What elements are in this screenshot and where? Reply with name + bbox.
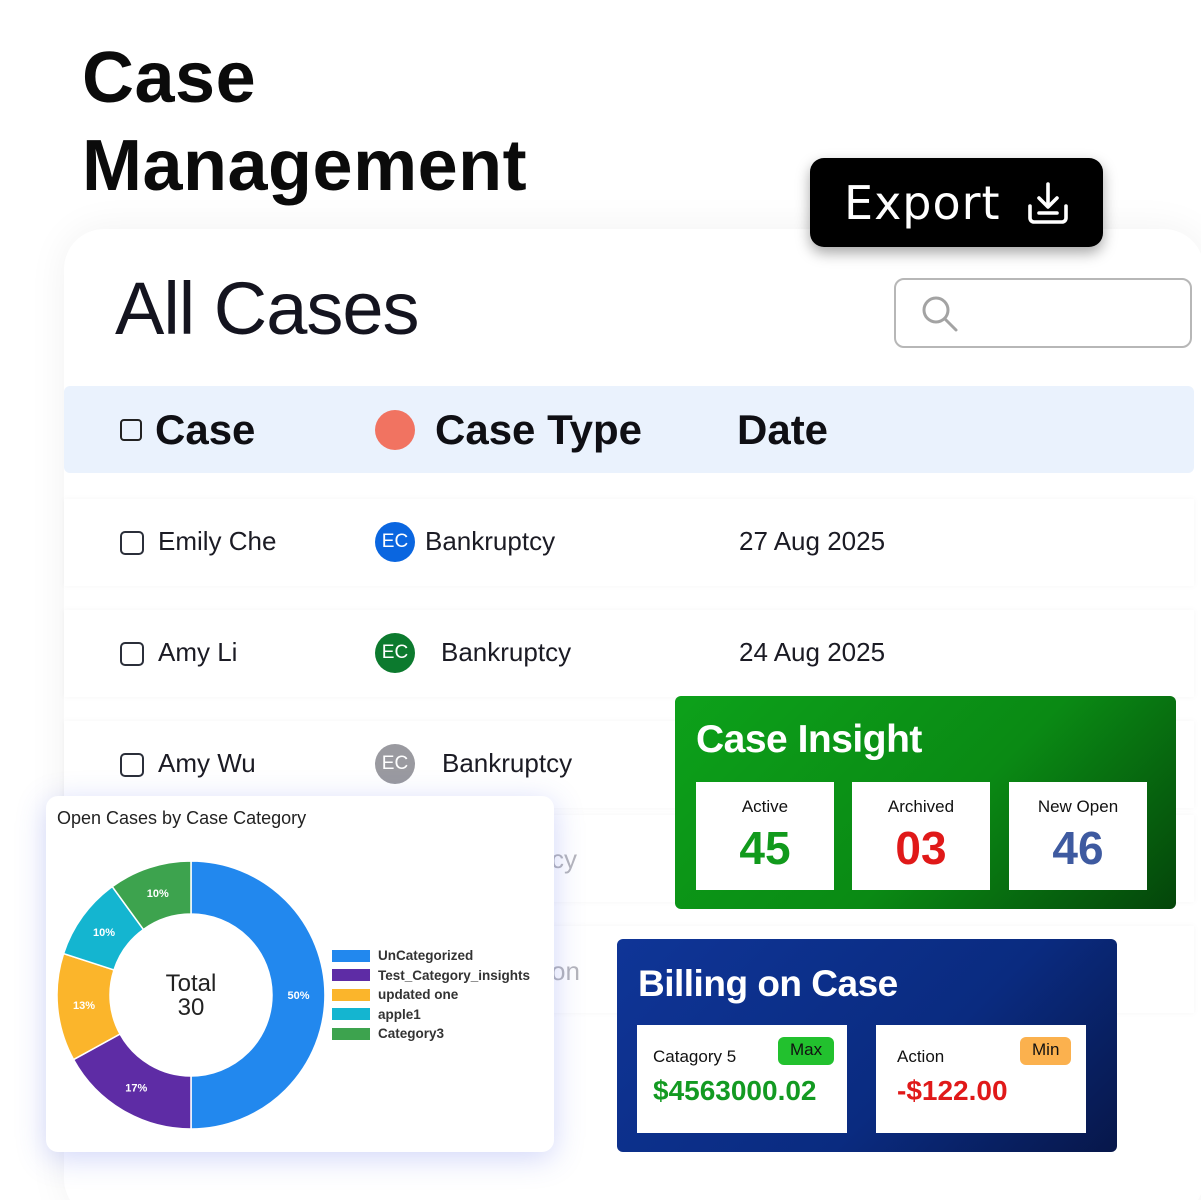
slice-percent-label: 17%	[125, 1083, 147, 1095]
table-row[interactable]: Amy Li EC Bankruptcy 24 Aug 2025	[64, 610, 1194, 697]
header-case-type[interactable]: Case Type	[435, 406, 642, 454]
min-badge: Min	[1020, 1037, 1072, 1065]
legend-label: apple1	[378, 1006, 421, 1022]
stat-label: New Open	[1037, 797, 1119, 816]
row-checkbox[interactable]	[120, 753, 144, 777]
billing-label: Catagory 5	[653, 1047, 737, 1066]
billing-max-item: Catagory 5 Max $4563000.02	[637, 1025, 847, 1133]
select-all-checkbox[interactable]	[120, 419, 142, 441]
billing-value: $4563000.02	[653, 1075, 817, 1106]
stat-label: Active	[741, 797, 789, 816]
donut-chart-card: Open Cases by Case Category 50% 17% 13% 10%…	[46, 796, 554, 1152]
table-row[interactable]: Emily Che EC Bankruptcy 27 Aug 2025	[64, 499, 1194, 586]
title-line-1: Case	[82, 38, 257, 118]
legend-item[interactable]: Test_Category_insights	[332, 966, 530, 986]
legend-swatch	[332, 988, 370, 1001]
title-line-2: Management	[82, 126, 528, 206]
stat-new-open: New Open 46	[1009, 782, 1147, 890]
case-type: Bankruptcy	[425, 526, 556, 556]
table-header: Case Case Type Date	[64, 386, 1194, 473]
avatar: EC	[375, 744, 415, 784]
stat-value: 46	[1052, 822, 1104, 874]
slice-percent-label: 50%	[287, 990, 309, 1002]
case-insight-card: Case Insight Active 45 Archived 03 New O…	[675, 696, 1176, 909]
stat-active: Active 45	[696, 782, 834, 890]
max-badge: Max	[778, 1037, 835, 1065]
header-date[interactable]: Date	[737, 406, 828, 454]
panel-title: All Cases	[115, 267, 420, 350]
slice-percent-label: 13%	[73, 1000, 95, 1012]
header-case[interactable]: Case	[155, 406, 255, 454]
avatar: EC	[375, 522, 415, 562]
case-type: Bankruptcy	[442, 748, 573, 778]
case-date: 24 Aug 2025	[739, 637, 886, 667]
insight-title: Case Insight	[696, 718, 922, 761]
chart-legend: UnCategorized Test_Category_insightsupdat…	[332, 946, 530, 1044]
row-checkbox[interactable]	[120, 531, 144, 555]
billing-label: Action	[897, 1047, 945, 1066]
legend-swatch	[332, 1027, 370, 1040]
search-input[interactable]	[894, 278, 1192, 348]
billing-title: Billing on Case	[638, 963, 898, 1004]
legend-label: Test_Category_insights	[378, 967, 531, 983]
status-dot-icon	[375, 410, 415, 450]
case-date: 27 Aug 2025	[739, 526, 886, 556]
case-type: cy	[551, 844, 577, 874]
stat-archived: Archived 03	[852, 782, 990, 890]
legend-swatch	[332, 1008, 370, 1021]
legend-item[interactable]: updated one	[332, 985, 530, 1005]
stat-label: Archived	[887, 797, 955, 816]
donut-center-label: Total	[166, 970, 217, 997]
legend-item[interactable]: apple1	[332, 1005, 530, 1025]
billing-value: -$122.00	[897, 1075, 1008, 1106]
case-type: Bankruptcy	[441, 637, 572, 667]
case-name: Emily Che	[158, 526, 277, 556]
donut-center-value: 30	[178, 994, 205, 1021]
download-tray-icon	[1027, 181, 1068, 224]
billing-card: Billing on Case Catagory 5 Max $4563000.…	[617, 939, 1117, 1152]
stat-value: 03	[895, 822, 947, 874]
legend-swatch	[332, 969, 370, 982]
export-label: Export	[844, 175, 1001, 230]
legend-item[interactable]: UnCategorized	[332, 946, 530, 966]
search-icon	[922, 296, 958, 332]
stat-value: 45	[739, 822, 791, 874]
row-checkbox[interactable]	[120, 642, 144, 666]
export-button[interactable]: Export	[810, 158, 1103, 247]
case-name: Amy Li	[158, 637, 238, 667]
legend-label: UnCategorized	[378, 948, 474, 964]
slice-percent-label: 10%	[93, 927, 115, 939]
legend-swatch	[332, 949, 370, 962]
legend-label: Category3	[378, 1026, 445, 1042]
legend-label: updated one	[378, 987, 459, 1003]
page-title: Case Management	[82, 34, 527, 210]
case-type: on	[551, 956, 580, 986]
slice-percent-label: 10%	[147, 888, 169, 900]
legend-item[interactable]: Category3	[332, 1024, 530, 1044]
billing-min-item: Action Min -$122.00	[876, 1025, 1086, 1133]
case-name: Amy Wu	[158, 748, 256, 778]
avatar: EC	[375, 633, 415, 673]
